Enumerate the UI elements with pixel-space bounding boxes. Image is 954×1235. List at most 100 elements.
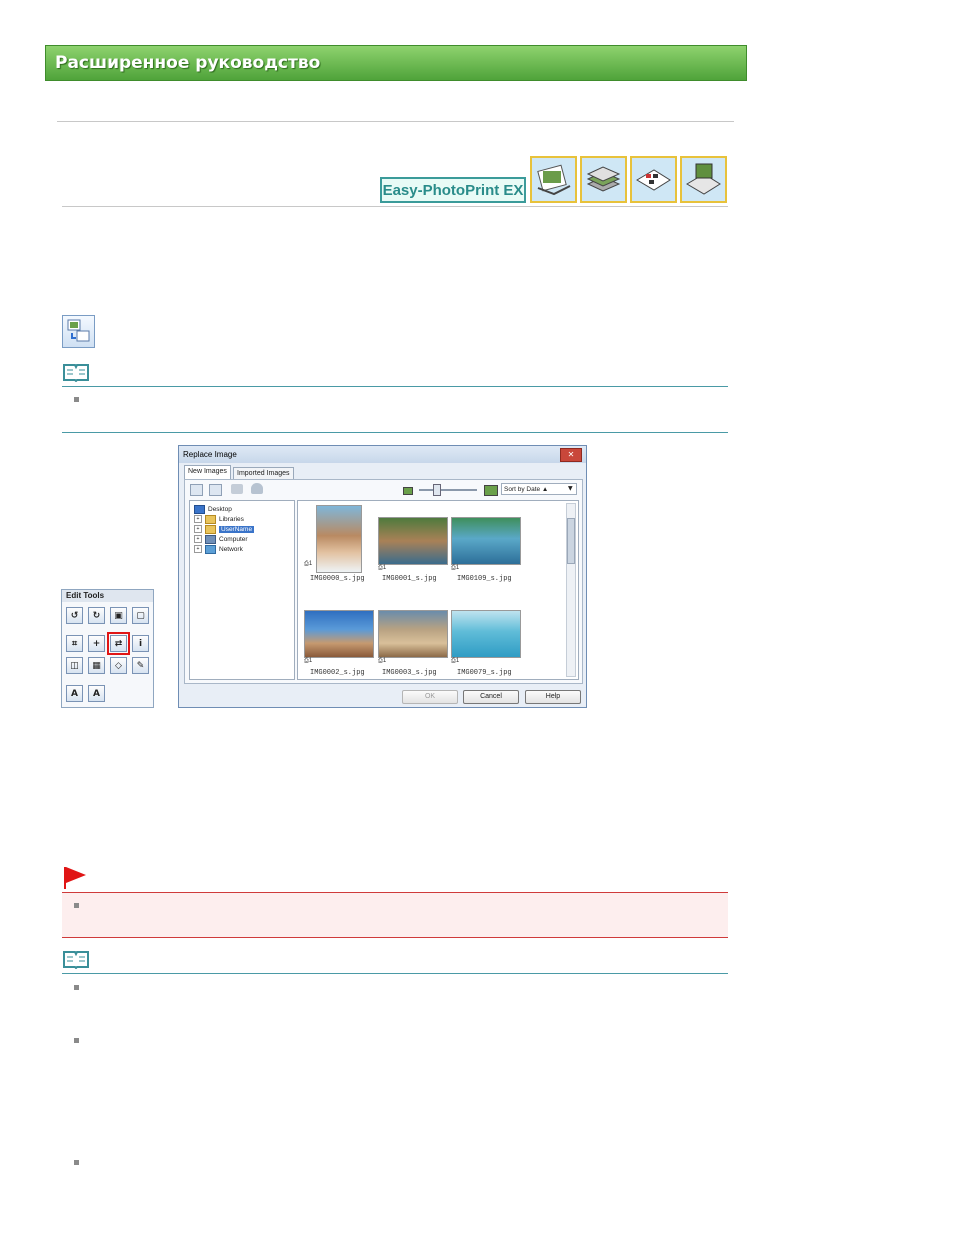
zoom-slider-thumb[interactable] [433, 484, 441, 496]
small-thumbnails-icon[interactable] [209, 484, 222, 496]
expand-icon[interactable]: + [194, 515, 202, 523]
edit-text-label: A [93, 689, 100, 699]
tab-new-images[interactable]: New Images [184, 465, 231, 480]
position-icon[interactable]: ◇ [110, 657, 127, 674]
tree-item-libraries[interactable]: + Libraries [194, 514, 244, 524]
important-box [62, 892, 728, 938]
thumbnail-image[interactable] [451, 610, 521, 658]
send-back-icon[interactable]: ▢ [132, 607, 149, 624]
bullet [74, 903, 79, 908]
album-mode-icon[interactable] [530, 156, 577, 203]
user-folder-icon [205, 524, 216, 534]
tree-item-username[interactable]: + UserName [194, 524, 255, 534]
folder-tree[interactable]: Desktop + Libraries + UserName + Compute… [189, 500, 295, 680]
tree-item-label: Network [219, 545, 243, 553]
help-button[interactable]: Help [525, 690, 581, 704]
layout-print-icon[interactable] [680, 156, 727, 203]
bullet [74, 1160, 79, 1165]
bring-front-icon[interactable]: ▣ [110, 607, 127, 624]
dialog-titlebar: Replace Image ✕ [179, 446, 586, 463]
close-icon[interactable]: ✕ [560, 448, 582, 462]
replace-image-tool-button[interactable]: ⇄ [107, 632, 130, 655]
thumbnail-image[interactable] [378, 610, 448, 658]
note-divider [62, 432, 728, 433]
add-image-icon[interactable]: + [88, 635, 105, 652]
cancel-button[interactable]: Cancel [463, 690, 519, 704]
note-divider [62, 973, 728, 974]
rotate-right-icon[interactable]: ↻ [88, 607, 105, 624]
replace-image-dialog: Replace Image ✕ New Images Imported Imag… [178, 445, 587, 708]
dialog-panel: Desktop + Libraries + UserName + Compute… [184, 479, 583, 684]
note-divider [62, 386, 728, 387]
calendar-mode-icon[interactable] [630, 156, 677, 203]
print-count-badge: ⎙1 [378, 565, 387, 571]
bullet [74, 985, 79, 990]
tree-item-label: Desktop [208, 505, 232, 513]
folder-icon [205, 514, 216, 524]
thumbnail-name: IMG0109_s.jpg [457, 575, 512, 583]
thumbnail-name: IMG0000_s.jpg [310, 575, 365, 583]
tree-item-network[interactable]: + Network [194, 544, 243, 554]
thumbnail-image[interactable] [451, 517, 521, 565]
thumbnail-image[interactable] [316, 505, 362, 573]
replace-image-icon [62, 315, 95, 348]
thumbnail-name: IMG0001_s.jpg [382, 575, 437, 583]
expand-icon[interactable]: + [194, 525, 202, 533]
print-count-badge: ⎙1 [304, 658, 313, 664]
tag-icon[interactable] [231, 484, 243, 494]
divider [57, 121, 734, 122]
page-title: Расширенное руководство [55, 53, 321, 73]
edit-text-button[interactable]: A [88, 685, 105, 702]
thumbnail-image[interactable] [304, 610, 374, 658]
correct-image-icon[interactable]: ✎ [132, 657, 149, 674]
add-text-label: A [71, 689, 78, 699]
large-thumbnails-icon[interactable] [190, 484, 203, 496]
divider [62, 206, 728, 207]
thumbnail-name: IMG0002_s.jpg [310, 669, 365, 677]
bullet [74, 397, 79, 402]
layout-icon[interactable]: ▦ [88, 657, 105, 674]
bullet [74, 1038, 79, 1043]
large-image-icon [484, 485, 498, 496]
print-count-badge: ⎙1 [451, 565, 460, 571]
easy-photoprint-logo: Easy-PhotoPrint EX [380, 177, 526, 203]
thumbnail-name: IMG0003_s.jpg [382, 669, 437, 677]
chevron-down-icon[interactable]: ▼ [568, 485, 573, 492]
computer-icon [205, 534, 216, 544]
tree-item-label: Computer [219, 535, 248, 543]
print-count-badge: ⎙1 [451, 658, 460, 664]
network-icon [205, 544, 216, 554]
small-image-icon [403, 487, 413, 495]
tree-item-computer[interactable]: + Computer [194, 534, 248, 544]
tree-item-desktop[interactable]: Desktop [194, 504, 232, 514]
image-info-icon[interactable]: i [132, 635, 149, 652]
people-icon[interactable] [251, 483, 263, 494]
tree-item-label: UserName [219, 525, 255, 533]
stack-photos-icon[interactable] [580, 156, 627, 203]
desktop-icon [194, 504, 205, 514]
note-icon [62, 362, 90, 386]
thumbnail-name: IMG0079_s.jpg [457, 669, 512, 677]
thumbnail-image[interactable] [378, 517, 448, 565]
expand-icon[interactable]: + [194, 535, 202, 543]
thumbnail-grid[interactable]: ⎙1 IMG0000_s.jpg ⎙1 IMG0001_s.jpg ⎙1 IMG… [297, 500, 579, 680]
print-count-badge: ⎙1 [304, 561, 313, 567]
crop-icon[interactable]: ⌗ [66, 635, 83, 652]
edit-tools-panel: Edit Tools ↺ ↻ ▣ ▢ ⌗ + ⇄ i ◫ ▦ ◇ ✎ A A [61, 589, 154, 708]
zoom-slider-track[interactable] [419, 489, 477, 491]
scrollbar[interactable] [566, 503, 576, 677]
expand-icon[interactable]: + [194, 545, 202, 553]
frame-icon[interactable]: ◫ [66, 657, 83, 674]
tree-item-label: Libraries [219, 515, 244, 523]
important-flag-icon [62, 865, 88, 895]
ok-button[interactable]: OK [402, 690, 458, 704]
rotate-left-icon[interactable]: ↺ [66, 607, 83, 624]
scrollbar-thumb[interactable] [567, 518, 575, 564]
edit-tools-title: Edit Tools [62, 590, 153, 602]
header-banner: Расширенное руководство [45, 45, 747, 81]
print-count-badge: ⎙1 [378, 658, 387, 664]
add-text-button[interactable]: A [66, 685, 83, 702]
dialog-title: Replace Image [183, 450, 237, 459]
note-icon [62, 949, 90, 973]
sort-dropdown[interactable]: Sort by Date ▲ [501, 483, 577, 495]
